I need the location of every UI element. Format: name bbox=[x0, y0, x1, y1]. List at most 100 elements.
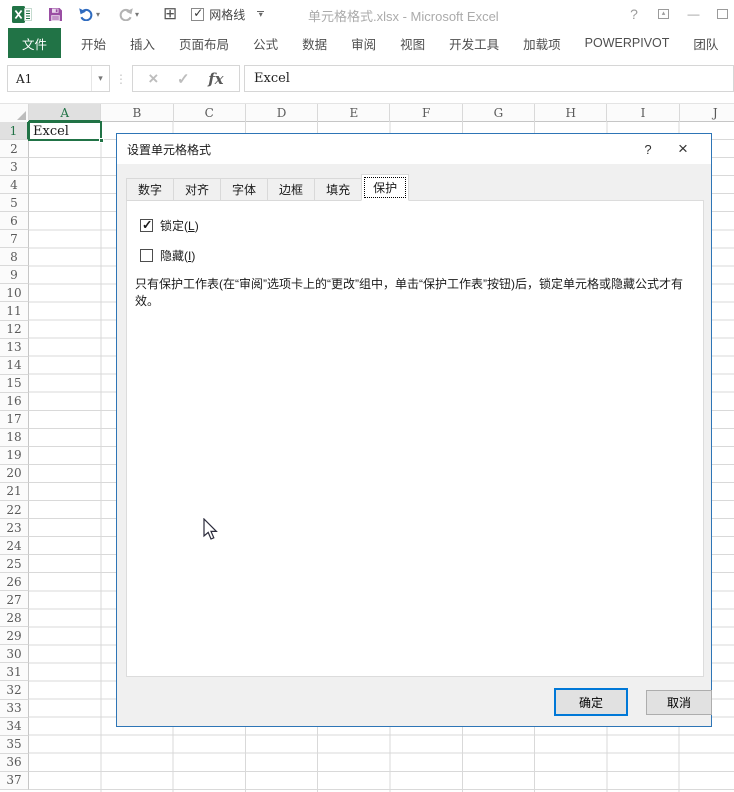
row-header[interactable]: 3 bbox=[0, 158, 29, 176]
ribbon-tab[interactable]: 开发工具 bbox=[437, 28, 511, 58]
locked-option[interactable]: 锁定(L) bbox=[140, 217, 703, 234]
row-header[interactable]: 33 bbox=[0, 700, 29, 718]
row-header[interactable]: 5 bbox=[0, 194, 29, 212]
name-box[interactable]: A1 ▾ bbox=[7, 65, 110, 92]
excel-logo-icon[interactable] bbox=[8, 2, 36, 26]
row-header[interactable]: 6 bbox=[0, 212, 29, 230]
row-header[interactable]: 15 bbox=[0, 375, 29, 393]
row-header[interactable]: 7 bbox=[0, 230, 29, 248]
dialog-close-icon[interactable]: × bbox=[663, 139, 703, 159]
dialog-help-icon[interactable]: ? bbox=[633, 142, 663, 157]
redo-dropdown-icon[interactable]: ▾ bbox=[135, 10, 139, 19]
dialog-tab[interactable]: 对齐 bbox=[173, 178, 221, 201]
hidden-checkbox[interactable] bbox=[140, 249, 153, 262]
ribbon-tab[interactable]: 页面布局 bbox=[167, 28, 241, 58]
ribbon-tab[interactable]: 审阅 bbox=[339, 28, 388, 58]
row-header[interactable]: 14 bbox=[0, 357, 29, 375]
row-header[interactable]: 12 bbox=[0, 321, 29, 339]
save-icon[interactable] bbox=[44, 2, 67, 26]
qat-overflow-icon[interactable]: ▾ bbox=[257, 11, 264, 18]
ribbon-display-options-icon[interactable]: ▴ bbox=[658, 9, 669, 19]
minimize-icon[interactable]: — bbox=[685, 5, 701, 23]
row-header[interactable]: 32 bbox=[0, 681, 29, 699]
cancel-entry-icon[interactable]: × bbox=[148, 69, 158, 89]
cancel-button[interactable]: 取消 bbox=[646, 690, 712, 715]
gridlines-toggle[interactable]: 网格线 bbox=[191, 6, 245, 23]
ribbon-tab[interactable]: 数据 bbox=[290, 28, 339, 58]
ribbon-tab[interactable]: 视图 bbox=[388, 28, 437, 58]
row-header[interactable]: 19 bbox=[0, 447, 29, 465]
row-header[interactable]: 4 bbox=[0, 176, 29, 194]
ok-button[interactable]: 确定 bbox=[554, 688, 628, 716]
protection-tab-page: 锁定(L) 隐藏(I) 只有保护工作表(在“审阅”选项卡上的“更改”组中，单击“… bbox=[126, 200, 704, 677]
row-header[interactable]: 23 bbox=[0, 519, 29, 537]
row-header[interactable]: 24 bbox=[0, 537, 29, 555]
maximize-icon[interactable] bbox=[717, 9, 728, 19]
ribbon-tab[interactable]: 插入 bbox=[118, 28, 167, 58]
redo-icon[interactable]: ▾ bbox=[113, 2, 143, 26]
ribbon-tab[interactable]: 公式 bbox=[241, 28, 290, 58]
row-header[interactable]: 18 bbox=[0, 429, 29, 447]
row-header[interactable]: 31 bbox=[0, 663, 29, 681]
ribbon-tab[interactable]: 加载项 bbox=[511, 28, 573, 58]
column-header[interactable]: B bbox=[101, 104, 173, 122]
column-header[interactable]: E bbox=[318, 104, 390, 122]
active-cell-a1[interactable]: Excel bbox=[28, 121, 102, 141]
row-header[interactable]: 22 bbox=[0, 501, 29, 519]
row-header[interactable]: 17 bbox=[0, 411, 29, 429]
row-header[interactable]: 35 bbox=[0, 736, 29, 754]
row-header[interactable]: 28 bbox=[0, 609, 29, 627]
row-header[interactable]: 10 bbox=[0, 284, 29, 302]
row-header[interactable]: 30 bbox=[0, 645, 29, 663]
row-header[interactable]: 2 bbox=[0, 140, 29, 158]
formula-bar-separator[interactable]: ⋮ bbox=[110, 72, 132, 86]
ribbon-tab[interactable]: POWERPIVOT bbox=[573, 28, 682, 58]
undo-icon[interactable]: ▾ bbox=[74, 2, 104, 26]
dialog-tab[interactable]: 字体 bbox=[220, 178, 268, 201]
column-header[interactable]: I bbox=[607, 104, 679, 122]
row-header[interactable]: 36 bbox=[0, 754, 29, 772]
row-header[interactable]: 11 bbox=[0, 302, 29, 320]
gridlines-checkbox[interactable] bbox=[191, 8, 204, 21]
name-box-dropdown-icon[interactable]: ▾ bbox=[91, 66, 109, 91]
row-header[interactable]: 8 bbox=[0, 248, 29, 266]
row-header[interactable]: 21 bbox=[0, 483, 29, 501]
title-bar: ▾ ▾ ⊞ 网格线 ▾ 单元格格式.xlsx - Microsoft Excel… bbox=[0, 0, 734, 28]
row-header[interactable]: 34 bbox=[0, 718, 29, 736]
row-header[interactable]: 13 bbox=[0, 339, 29, 357]
column-header[interactable]: A bbox=[29, 104, 101, 122]
row-header[interactable]: 9 bbox=[0, 266, 29, 284]
locked-checkbox[interactable] bbox=[140, 219, 153, 232]
row-header[interactable]: 16 bbox=[0, 393, 29, 411]
column-header[interactable]: J bbox=[680, 104, 734, 122]
undo-dropdown-icon[interactable]: ▾ bbox=[96, 10, 100, 19]
help-icon[interactable]: ? bbox=[626, 5, 642, 23]
dialog-tab[interactable]: 边框 bbox=[267, 178, 315, 201]
row-header[interactable]: 27 bbox=[0, 591, 29, 609]
column-header[interactable]: F bbox=[390, 104, 462, 122]
fill-handle[interactable] bbox=[99, 138, 104, 143]
formula-input[interactable]: Excel bbox=[244, 65, 734, 92]
row-header[interactable]: 20 bbox=[0, 465, 29, 483]
column-header[interactable]: C bbox=[174, 104, 246, 122]
select-all-corner[interactable] bbox=[0, 104, 29, 122]
dialog-tab[interactable]: 保护 bbox=[361, 174, 409, 201]
column-header[interactable]: H bbox=[535, 104, 607, 122]
column-header[interactable]: D bbox=[246, 104, 318, 122]
ribbon-tab-label: POWERPIVOT bbox=[585, 36, 670, 50]
insert-function-icon[interactable]: fx bbox=[208, 70, 223, 88]
row-header[interactable]: 29 bbox=[0, 627, 29, 645]
ribbon-tab[interactable]: 团队 bbox=[681, 28, 730, 58]
dialog-tab[interactable]: 填充 bbox=[314, 178, 362, 201]
ribbon-tab[interactable]: 开始 bbox=[69, 28, 118, 58]
row-header[interactable]: 26 bbox=[0, 573, 29, 591]
column-header[interactable]: G bbox=[463, 104, 535, 122]
row-header[interactable]: 25 bbox=[0, 555, 29, 573]
dialog-tab[interactable]: 数字 bbox=[126, 178, 174, 201]
row-header[interactable]: 1 bbox=[0, 122, 29, 140]
confirm-entry-icon[interactable]: ✓ bbox=[177, 70, 190, 88]
hidden-option[interactable]: 隐藏(I) bbox=[140, 247, 703, 264]
ribbon-tab[interactable]: 文件 bbox=[8, 28, 61, 58]
view-gridlines-icon[interactable]: ⊞ bbox=[159, 2, 181, 26]
row-header[interactable]: 37 bbox=[0, 772, 29, 790]
